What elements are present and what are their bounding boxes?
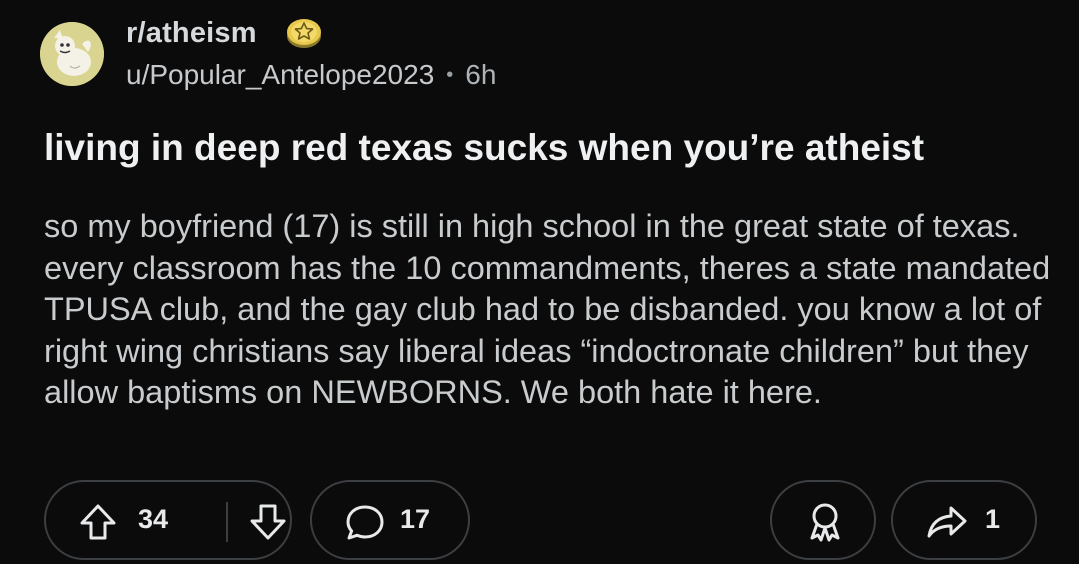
author-name[interactable]: u/Popular_Antelope2023 — [126, 59, 434, 91]
award-ribbon-icon — [805, 500, 845, 544]
share-arrow-icon — [925, 502, 969, 542]
post-body: so my boyfriend (17) is still in high sc… — [44, 208, 1051, 410]
upvote-count: 34 — [138, 504, 169, 534]
vote-divider — [226, 502, 228, 542]
post-title[interactable]: living in deep red texas sucks when you’… — [44, 122, 1044, 174]
post-meta: r/atheism u/Popular_Antelope2023 • 6h — [126, 14, 496, 94]
award-button[interactable] — [770, 480, 876, 560]
share-count: 1 — [985, 504, 1001, 534]
share-button[interactable]: 1 — [891, 480, 1037, 560]
comment-button[interactable]: 17 — [310, 480, 470, 560]
subreddit-avatar-icon[interactable] — [40, 22, 104, 86]
separator-dot: • — [446, 63, 454, 86]
arrow-down-icon[interactable] — [246, 500, 290, 544]
comment-count: 17 — [400, 504, 431, 534]
star-badge-icon — [285, 16, 323, 50]
comment-bubble-icon — [344, 502, 386, 544]
post-age: 6h — [465, 59, 497, 90]
author-row: u/Popular_Antelope2023 • 6h — [126, 56, 496, 94]
subreddit-row: r/atheism — [126, 14, 496, 52]
post-actions-bar: 34 17 1 — [0, 480, 1079, 564]
post-header: r/atheism u/Popular_Antelope2023 • 6h — [40, 14, 496, 94]
subreddit-name[interactable]: r/atheism — [126, 17, 257, 50]
arrow-up-icon[interactable] — [76, 500, 120, 544]
vote-pill: 34 — [44, 480, 292, 560]
